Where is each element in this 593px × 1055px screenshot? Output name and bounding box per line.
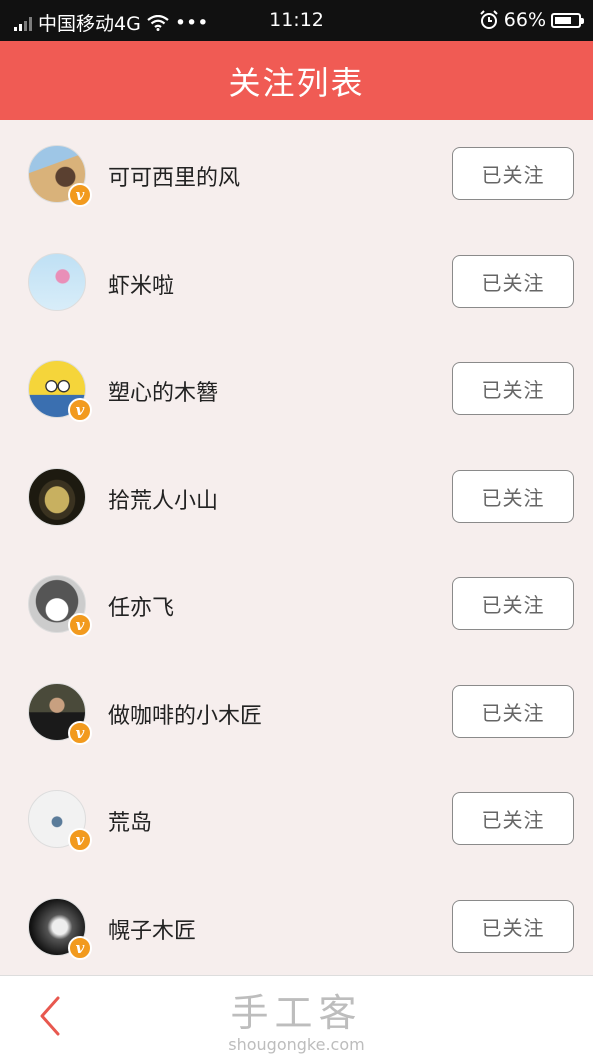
status-right: 66% <box>479 9 584 31</box>
verified-badge-icon: v <box>68 398 92 422</box>
avatar[interactable]: v <box>28 360 92 422</box>
avatar[interactable] <box>28 252 86 311</box>
logo-en: shougongke.com <box>228 1035 365 1054</box>
user-name[interactable]: 拾荒人小山 <box>108 483 218 515</box>
list-item[interactable]: v 幌子木匠 已关注 <box>0 873 593 981</box>
avatar-image <box>28 252 86 311</box>
avatar[interactable]: v <box>28 682 92 745</box>
site-logo: 手工客 shougongke.com <box>0 982 593 1054</box>
list-item[interactable]: 拾荒人小山 已关注 <box>0 443 593 551</box>
user-name[interactable]: 可可西里的风 <box>108 160 240 192</box>
list-item[interactable]: v 任亦飞 已关注 <box>0 550 593 658</box>
battery-percent: 66% <box>503 9 546 31</box>
followed-button[interactable]: 已关注 <box>452 469 574 523</box>
followed-button[interactable]: 已关注 <box>452 577 574 630</box>
bottom-bar: 手工客 shougongke.com <box>0 975 593 1055</box>
avatar[interactable]: v <box>28 145 92 207</box>
follow-list: v 可可西里的风 已关注 虾米啦 已关注 v 塑心的木簪 已关注 拾荒人小山 已关注 v 任亦飞 已关注… <box>0 120 593 980</box>
verified-badge-icon: v <box>68 828 92 852</box>
user-name[interactable]: 虾米啦 <box>108 268 174 300</box>
verified-badge-icon: v <box>68 720 92 745</box>
avatar[interactable]: v <box>28 790 92 852</box>
list-item[interactable]: v 做咖啡的小木匠 已关注 <box>0 658 593 766</box>
followed-button[interactable]: 已关注 <box>452 254 574 308</box>
followed-button[interactable]: 已关注 <box>452 792 574 845</box>
verified-badge-icon: v <box>68 613 92 637</box>
followed-button[interactable]: 已关注 <box>452 684 574 738</box>
avatar[interactable]: v <box>28 575 92 637</box>
page-title: 关注列表 <box>0 41 593 120</box>
list-item[interactable]: v 荒岛 已关注 <box>0 765 593 873</box>
verified-badge-icon: v <box>68 183 92 207</box>
avatar[interactable]: v <box>28 897 92 960</box>
user-name[interactable]: 塑心的木簪 <box>108 375 218 407</box>
avatar-image <box>28 467 86 526</box>
user-name[interactable]: 做咖啡的小木匠 <box>108 698 262 730</box>
followed-button[interactable]: 已关注 <box>452 899 574 953</box>
user-name[interactable]: 荒岛 <box>108 805 152 837</box>
list-item[interactable]: 虾米啦 已关注 <box>0 228 593 336</box>
battery-icon <box>551 12 584 28</box>
list-item[interactable]: v 可可西里的风 已关注 <box>0 120 593 228</box>
list-item[interactable]: v 塑心的木簪 已关注 <box>0 335 593 443</box>
status-bar: 中国移动4G ••• 11:12 66% <box>0 0 593 41</box>
user-name[interactable]: 任亦飞 <box>108 590 174 622</box>
followed-button[interactable]: 已关注 <box>452 147 574 200</box>
logo-cn: 手工客 <box>230 991 363 1035</box>
avatar[interactable] <box>28 467 86 526</box>
user-name[interactable]: 幌子木匠 <box>108 913 196 945</box>
verified-badge-icon: v <box>68 935 92 960</box>
followed-button[interactable]: 已关注 <box>452 362 574 415</box>
alarm-icon <box>480 10 498 29</box>
